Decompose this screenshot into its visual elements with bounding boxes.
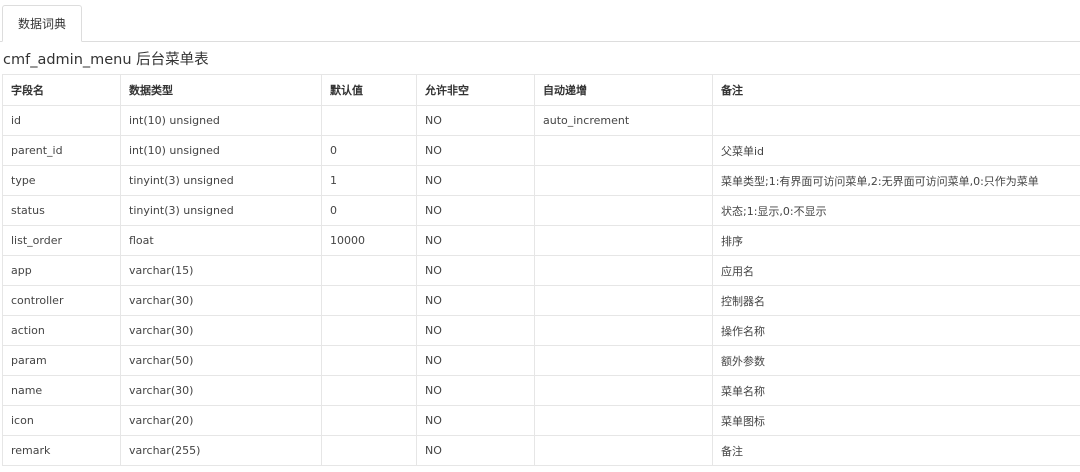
cell-field-name: id bbox=[2, 105, 121, 136]
cell-field-name: app bbox=[2, 255, 121, 286]
tab-data-dictionary[interactable]: 数据词典 bbox=[2, 5, 83, 42]
cell-remark bbox=[712, 105, 1080, 136]
cell-field-name: status bbox=[2, 195, 121, 226]
cell-field-name: param bbox=[2, 345, 121, 376]
cell-data-type: varchar(30) bbox=[120, 375, 322, 406]
cell-data-type: float bbox=[120, 225, 322, 256]
cell-default-value bbox=[321, 345, 417, 376]
header-default-value: 默认值 bbox=[321, 74, 417, 106]
cell-data-type: varchar(255) bbox=[120, 435, 322, 466]
cell-remark: 操作名称 bbox=[712, 315, 1080, 346]
cell-data-type: int(10) unsigned bbox=[120, 105, 322, 136]
table-row: remark varchar(255) NO 备注 bbox=[2, 435, 1080, 466]
cell-remark: 应用名 bbox=[712, 255, 1080, 286]
cell-nullable: NO bbox=[416, 225, 535, 256]
cell-default-value bbox=[321, 375, 417, 406]
cell-default-value: 10000 bbox=[321, 225, 417, 256]
cell-auto-increment bbox=[534, 165, 713, 196]
cell-field-name: parent_id bbox=[2, 135, 121, 166]
cell-nullable: NO bbox=[416, 255, 535, 286]
table-row: list_order float 10000 NO 排序 bbox=[2, 225, 1080, 256]
cell-field-name: controller bbox=[2, 285, 121, 316]
cell-auto-increment bbox=[534, 315, 713, 346]
header-field-name: 字段名 bbox=[2, 74, 121, 106]
cell-default-value bbox=[321, 285, 417, 316]
cell-data-type: varchar(50) bbox=[120, 345, 322, 376]
tab-bar: 数据词典 bbox=[0, 0, 1080, 42]
table-row: icon varchar(20) NO 菜单图标 bbox=[2, 405, 1080, 436]
cell-default-value: 0 bbox=[321, 135, 417, 166]
cell-nullable: NO bbox=[416, 435, 535, 466]
cell-field-name: list_order bbox=[2, 225, 121, 256]
cell-nullable: NO bbox=[416, 405, 535, 436]
table-header-row: 字段名 数据类型 默认值 允许非空 自动递增 备注 bbox=[2, 74, 1080, 106]
cell-nullable: NO bbox=[416, 285, 535, 316]
cell-remark: 菜单名称 bbox=[712, 375, 1080, 406]
table-row: action varchar(30) NO 操作名称 bbox=[2, 315, 1080, 346]
cell-nullable: NO bbox=[416, 165, 535, 196]
cell-remark: 额外参数 bbox=[712, 345, 1080, 376]
table-row: type tinyint(3) unsigned 1 NO 菜单类型;1:有界面可访问菜… bbox=[2, 165, 1080, 196]
header-auto-increment: 自动递增 bbox=[534, 74, 713, 106]
header-data-type: 数据类型 bbox=[120, 74, 322, 106]
cell-nullable: NO bbox=[416, 315, 535, 346]
cell-auto-increment bbox=[534, 255, 713, 286]
cell-data-type: int(10) unsigned bbox=[120, 135, 322, 166]
cell-default-value bbox=[321, 435, 417, 466]
cell-field-name: type bbox=[2, 165, 121, 196]
cell-auto-increment bbox=[534, 345, 713, 376]
cell-nullable: NO bbox=[416, 375, 535, 406]
cell-data-type: varchar(15) bbox=[120, 255, 322, 286]
cell-data-type: varchar(30) bbox=[120, 315, 322, 346]
cell-remark: 控制器名 bbox=[712, 285, 1080, 316]
table-row: app varchar(15) NO 应用名 bbox=[2, 255, 1080, 286]
cell-auto-increment bbox=[534, 225, 713, 256]
cell-default-value bbox=[321, 315, 417, 346]
cell-field-name: remark bbox=[2, 435, 121, 466]
cell-auto-increment bbox=[534, 285, 713, 316]
cell-default-value bbox=[321, 255, 417, 286]
cell-default-value: 0 bbox=[321, 195, 417, 226]
cell-auto-increment bbox=[534, 405, 713, 436]
table-row: id int(10) unsigned NO auto_increment bbox=[2, 105, 1080, 136]
cell-default-value: 1 bbox=[321, 165, 417, 196]
header-remark: 备注 bbox=[712, 74, 1080, 106]
table-title: cmf_admin_menu 后台菜单表 bbox=[3, 52, 209, 68]
cell-remark: 菜单图标 bbox=[712, 405, 1080, 436]
cell-nullable: NO bbox=[416, 105, 535, 136]
cell-remark: 备注 bbox=[712, 435, 1080, 466]
cell-remark: 排序 bbox=[712, 225, 1080, 256]
table-row: status tinyint(3) unsigned 0 NO 状态;1:显示,0:不显… bbox=[2, 195, 1080, 226]
cell-data-type: tinyint(3) unsigned bbox=[120, 195, 322, 226]
cell-auto-increment bbox=[534, 135, 713, 166]
table-row: name varchar(30) NO 菜单名称 bbox=[2, 375, 1080, 406]
cell-field-name: action bbox=[2, 315, 121, 346]
cell-nullable: NO bbox=[416, 345, 535, 376]
data-dictionary-table: 字段名 数据类型 默认值 允许非空 自动递增 备注 id int(10) unsi… bbox=[2, 74, 1080, 466]
cell-data-type: varchar(30) bbox=[120, 285, 322, 316]
cell-auto-increment bbox=[534, 375, 713, 406]
cell-field-name: icon bbox=[2, 405, 121, 436]
cell-default-value bbox=[321, 405, 417, 436]
header-nullable: 允许非空 bbox=[416, 74, 535, 106]
cell-auto-increment: auto_increment bbox=[534, 105, 713, 136]
cell-data-type: tinyint(3) unsigned bbox=[120, 165, 322, 196]
cell-nullable: NO bbox=[416, 135, 535, 166]
table-row: parent_id int(10) unsigned 0 NO 父菜单id bbox=[2, 135, 1080, 166]
cell-remark: 菜单类型;1:有界面可访问菜单,2:无界面可访问菜单,0:只作为菜单 bbox=[712, 165, 1080, 196]
cell-nullable: NO bbox=[416, 195, 535, 226]
cell-data-type: varchar(20) bbox=[120, 405, 322, 436]
table-row: controller varchar(30) NO 控制器名 bbox=[2, 285, 1080, 316]
cell-auto-increment bbox=[534, 195, 713, 226]
cell-default-value bbox=[321, 105, 417, 136]
cell-auto-increment bbox=[534, 435, 713, 466]
cell-remark: 父菜单id bbox=[712, 135, 1080, 166]
cell-field-name: name bbox=[2, 375, 121, 406]
cell-remark: 状态;1:显示,0:不显示 bbox=[712, 195, 1080, 226]
table-row: param varchar(50) NO 额外参数 bbox=[2, 345, 1080, 376]
